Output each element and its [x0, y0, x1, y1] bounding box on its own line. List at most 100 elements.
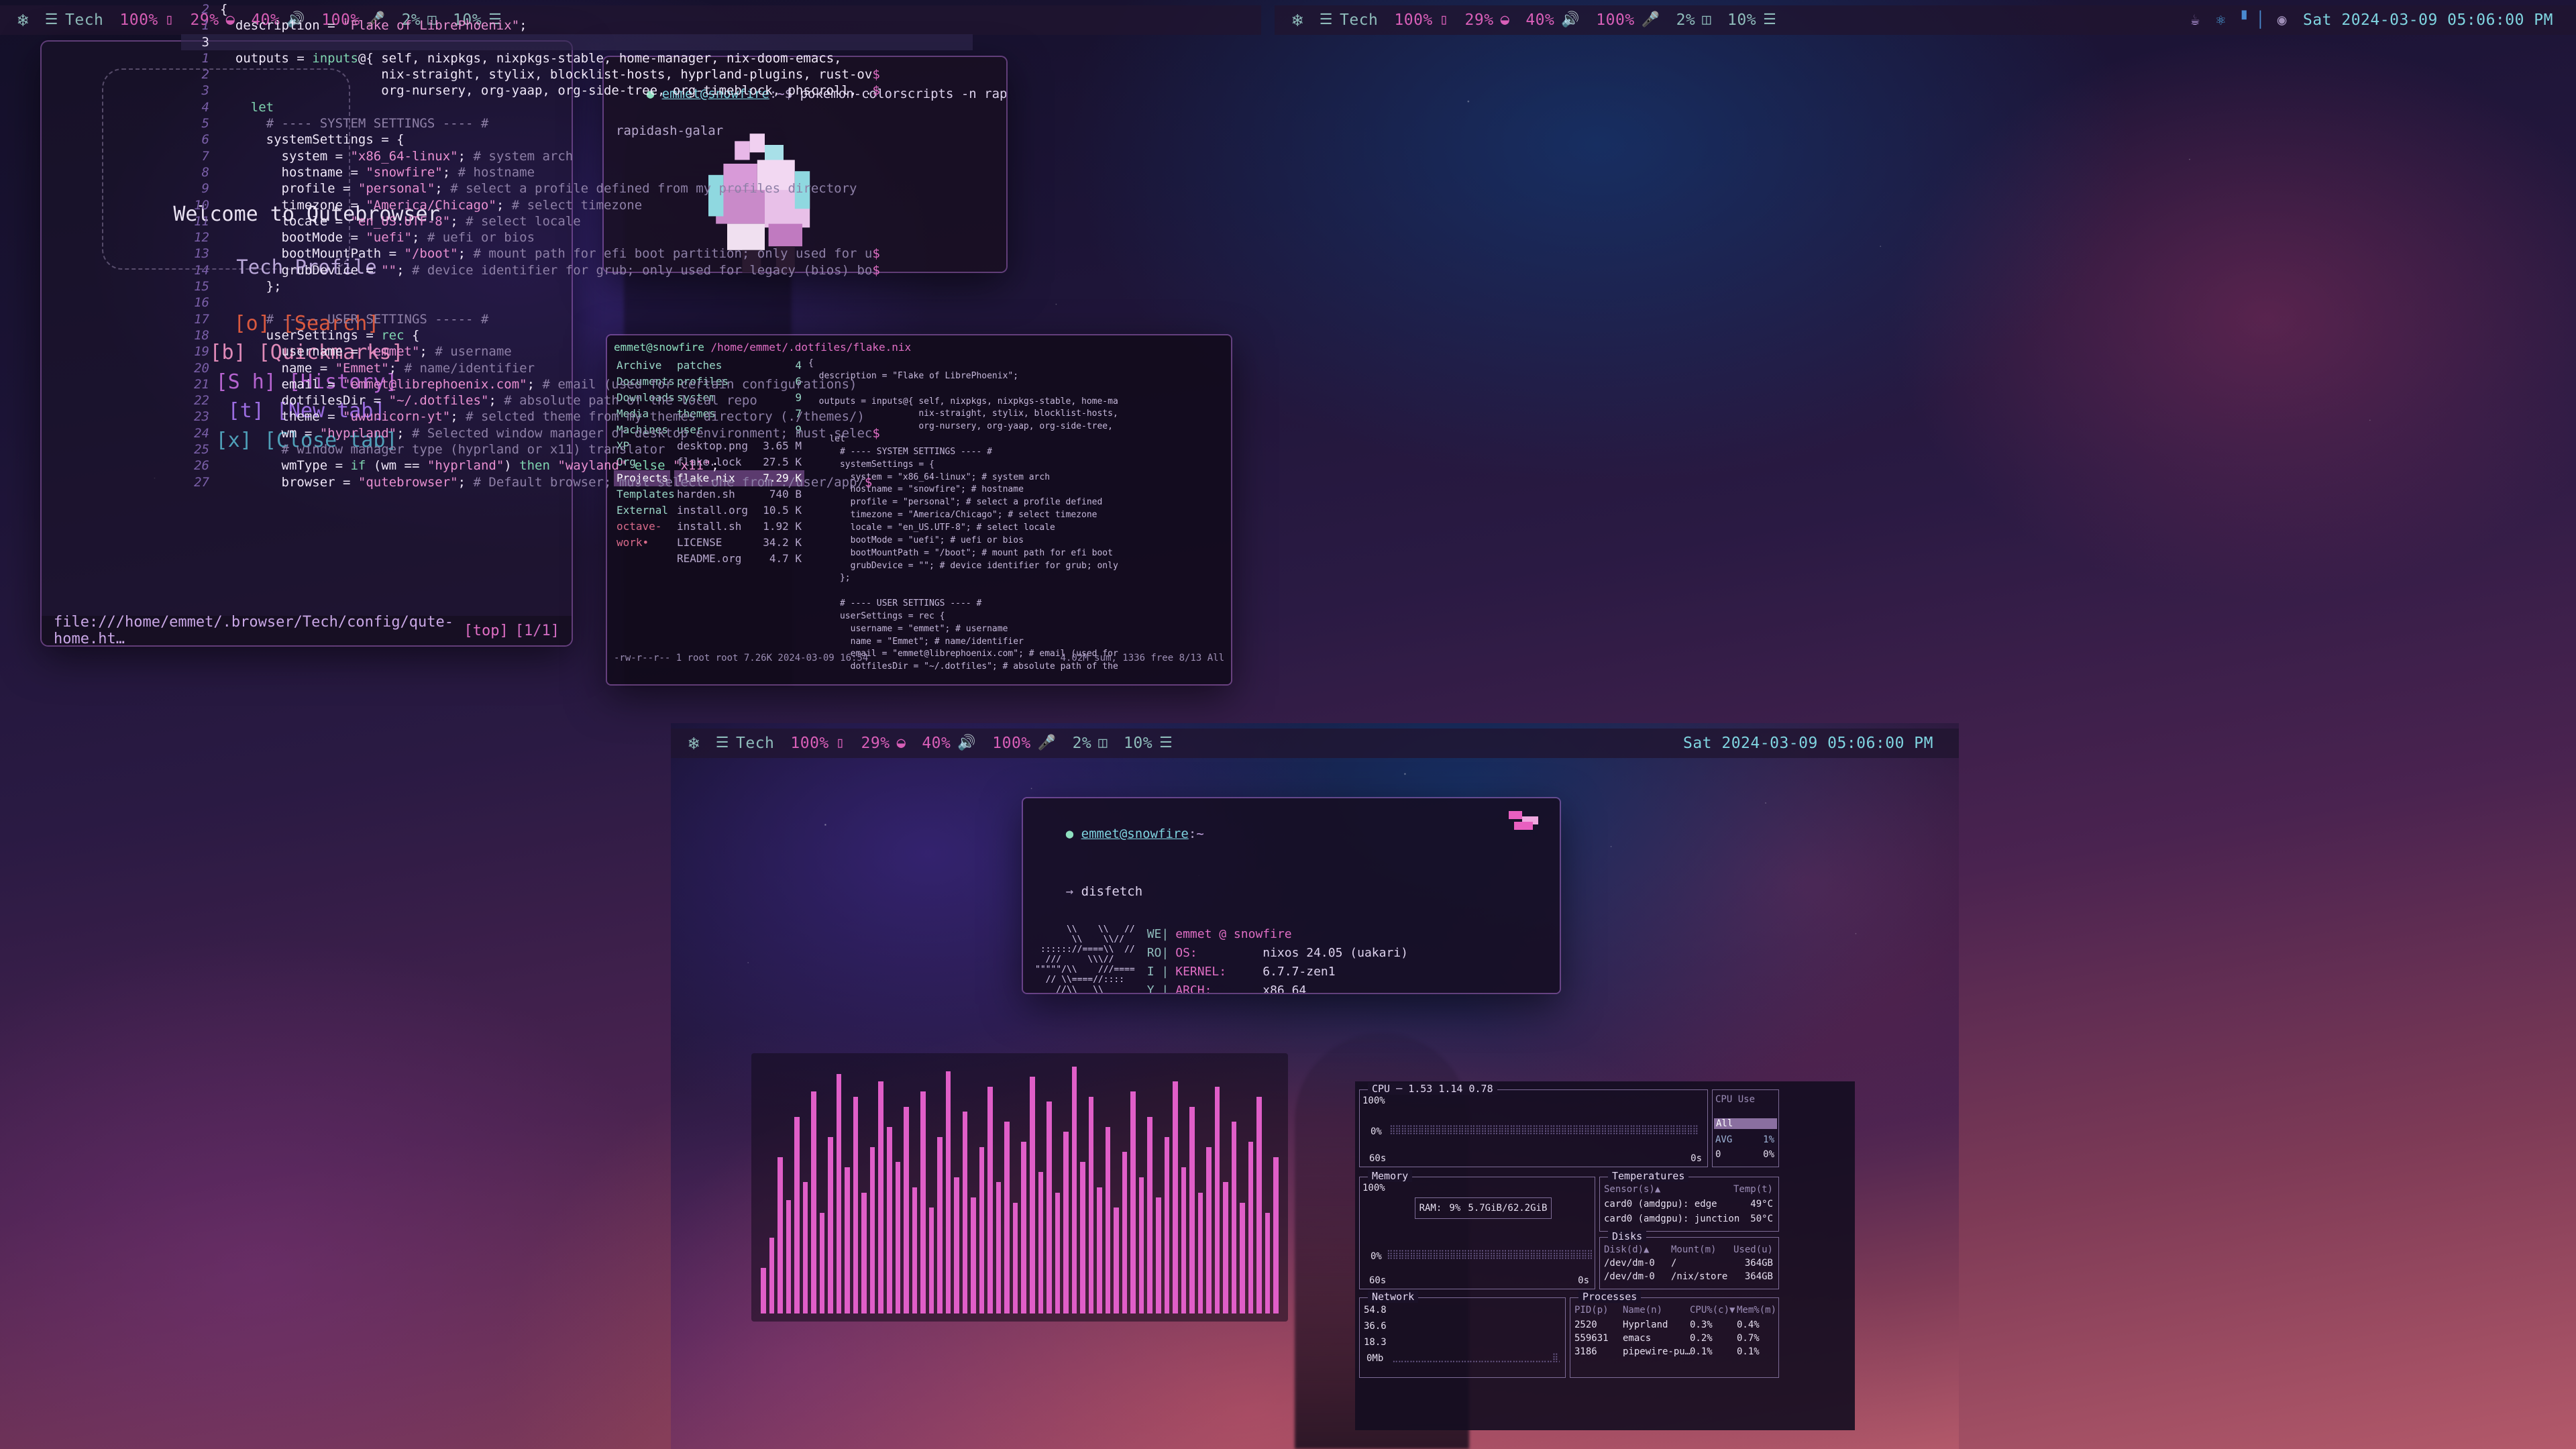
- code-line[interactable]: 1 outputs = inputs@{ self, nixpkgs, nixp…: [181, 50, 973, 66]
- coffee-icon[interactable]: ☕: [2182, 11, 2208, 29]
- wifi-icon[interactable]: ▘▕: [2234, 11, 2269, 29]
- cpu-indicator-2[interactable]: 10% ☰: [1719, 11, 1784, 29]
- volume-indicator-3[interactable]: 100% 🎤: [984, 735, 1064, 752]
- code-line[interactable]: 2{: [181, 1, 973, 17]
- code-line[interactable]: 10 timezone = "America/Chicago"; # selec…: [181, 197, 973, 213]
- btop-system-monitor[interactable]: CPU ─ 1.53 1.14 0.78 100% 0% ⣿⣿⣿⣿⣿⣿⣿⣿⣿⣿⣿…: [1355, 1081, 1855, 1430]
- code-line[interactable]: 25 # window manager type (hyprland or x1…: [181, 441, 973, 458]
- visualizer-bar: [1030, 1076, 1035, 1313]
- nix-snowflake-icon-3[interactable]: ❄: [680, 733, 708, 754]
- memory-panel-title: Memory: [1368, 1170, 1413, 1182]
- disks-panel-title: Disks: [1608, 1230, 1647, 1242]
- menu-icon-3[interactable]: ☰: [1159, 736, 1173, 751]
- nix-snowflake-icon[interactable]: ❄: [9, 10, 37, 31]
- code-line[interactable]: 16: [181, 294, 973, 311]
- code-line[interactable]: 27 browser = "qutebrowser"; # Default br…: [181, 474, 973, 490]
- mic-indicator-2[interactable]: 2% ◫: [1668, 11, 1719, 29]
- nix-snowflake-icon-2[interactable]: ❄: [1284, 10, 1311, 31]
- visualizer-bar: [1038, 1172, 1044, 1313]
- fetch-value: 6.7.7-zen1: [1263, 965, 1336, 979]
- disks-col-disk[interactable]: Disk(d)▲: [1604, 1244, 1649, 1255]
- visualizer-bar: [1055, 1192, 1061, 1313]
- cpu-indicator-3[interactable]: 10% ☰: [1116, 735, 1181, 752]
- menu-icon-2[interactable]: ☰: [1763, 13, 1776, 28]
- code-line[interactable]: 14 grubDevice = ""; # device identifier …: [181, 262, 973, 278]
- disks-panel[interactable]: Disks Disk(d)▲ Mount(m) Used(u) /dev/dm-…: [1599, 1230, 1779, 1289]
- mic-icon-3: 🎤: [1037, 735, 1057, 751]
- battery-indicator[interactable]: 100% ▯: [111, 11, 182, 29]
- code-line[interactable]: 20 name = "Emmet"; # name/identifier: [181, 360, 973, 376]
- code-line[interactable]: 15 };: [181, 278, 973, 294]
- code-line[interactable]: 23 theme = "uwunicorn-yt"; # selcted the…: [181, 409, 973, 425]
- visualizer-bar: [769, 1238, 775, 1313]
- bluetooth-icon[interactable]: ⚛: [2208, 11, 2234, 29]
- code-line[interactable]: 1 description = "Flake of LibrePhoenix";: [181, 17, 973, 34]
- code-line[interactable]: 8 hostname = "snowfire"; # hostname: [181, 164, 973, 180]
- code-line[interactable]: 9 profile = "personal"; # select a profi…: [181, 180, 973, 197]
- cpu-use-panel[interactable]: CPU Use All AVG 1% 0 0%: [1712, 1089, 1779, 1167]
- cpu-y-min: 0%: [1371, 1126, 1382, 1137]
- code-line[interactable]: 5 # ---- SYSTEM SETTINGS ---- #: [181, 115, 973, 131]
- processes-panel[interactable]: Processes PID(p) Name(n) CPU%(c)▼ Mem%(m…: [1570, 1291, 1779, 1378]
- fastfetch-terminal[interactable]: ● emmet@snowfire:~ → disfetch \\ \\ // \…: [1023, 798, 1560, 993]
- code-editor[interactable]: 2{1 description = "Flake of LibrePhoenix…: [181, 0, 973, 649]
- workspace-indicator-3[interactable]: ☰ Tech: [708, 735, 783, 752]
- contrast-indicator-2[interactable]: 40% 🔊: [1517, 11, 1588, 29]
- code-line[interactable]: 13 bootMountPath = "/boot"; # mount path…: [181, 246, 973, 262]
- visualizer-bar: [1130, 1091, 1136, 1313]
- network-panel[interactable]: Network 54.8 36.6 18.3 0Mb ⣀⣀⣀⣀⣀⣀⣀⣀⣀⣀⣀⣀⣀…: [1359, 1291, 1566, 1378]
- code-line[interactable]: 7 system = "x86_64-linux"; # system arch: [181, 148, 973, 164]
- code-lines[interactable]: 2{1 description = "Flake of LibrePhoenix…: [181, 1, 973, 490]
- temps-col-temp[interactable]: Temp(t): [1733, 1184, 1773, 1195]
- cpu-y-max: 100%: [1362, 1095, 1385, 1106]
- brightness-indicator-3[interactable]: 29% ◒: [853, 735, 914, 752]
- code-line[interactable]: 2 nix-straight, stylix, blocklist-hosts,…: [181, 66, 973, 83]
- clock-3[interactable]: Sat 2024-03-09 05:06:00 PM: [1675, 735, 1949, 752]
- contrast-indicator-3[interactable]: 40% 🔊: [914, 735, 984, 752]
- code-line[interactable]: 21 email = "emmet@librephoenix.com"; # e…: [181, 376, 973, 392]
- visualizer-bar: [1248, 1142, 1254, 1313]
- temps-col-sensor[interactable]: Sensor(s)▲: [1604, 1184, 1660, 1195]
- temperatures-panel[interactable]: Temperatures Sensor(s)▲ Temp(t) card0 (a…: [1599, 1170, 1779, 1232]
- cpu-graph-panel[interactable]: CPU ─ 1.53 1.14 0.78 100% 0% ⣿⣿⣿⣿⣿⣿⣿⣿⣿⣿⣿…: [1359, 1083, 1708, 1167]
- proc-col-name[interactable]: Name(n): [1623, 1305, 1662, 1316]
- code-line[interactable]: 17 # ----- USER SETTINGS ----- #: [181, 311, 973, 327]
- visualizer-bar: [786, 1199, 792, 1313]
- volume-indicator-2[interactable]: 100% 🎤: [1588, 11, 1668, 29]
- battery-indicator-3[interactable]: 100% ▯: [782, 735, 853, 752]
- code-line[interactable]: 11 locale = "en_US.UTF-8"; # select loca…: [181, 213, 973, 229]
- battery-indicator-2[interactable]: 100% ▯: [1386, 11, 1456, 29]
- proc-col-mem[interactable]: Mem%(m): [1737, 1305, 1776, 1316]
- status-bar-monitor-2[interactable]: ❄ ☰ Tech 100% ▯ 29% ◒ 40% 🔊 100% 🎤 2% ◫ …: [1275, 5, 2576, 35]
- code-line[interactable]: 3: [181, 34, 973, 50]
- record-icon[interactable]: ◉: [2269, 11, 2295, 29]
- visualizer-bar: [904, 1106, 909, 1313]
- workspace-indicator[interactable]: ☰ Tech: [37, 11, 112, 29]
- line-number: 6: [201, 132, 209, 148]
- line-content: profile = "personal"; # select a profile…: [220, 181, 857, 197]
- code-line[interactable]: 18 userSettings = rec {: [181, 327, 973, 343]
- proc-col-pid[interactable]: PID(p): [1574, 1305, 1609, 1316]
- line-content: nix-straight, stylix, blocklist-hosts, h…: [220, 67, 880, 83]
- cpu-core-selected[interactable]: All: [1714, 1118, 1777, 1129]
- brightness-indicator-2[interactable]: 29% ◒: [1457, 11, 1518, 29]
- visualizer-bar: [1046, 1102, 1052, 1313]
- code-line[interactable]: 3 org-nursery, org-yaap, org-side-tree, …: [181, 83, 973, 99]
- status-bar-monitor-3[interactable]: ❄ ☰ Tech 100% ▯ 29% ◒ 40% 🔊 100% 🎤 2% ◫ …: [671, 729, 1959, 758]
- code-line[interactable]: 12 bootMode = "uefi"; # uefi or bios: [181, 229, 973, 246]
- code-line[interactable]: 19 username = "emmet"; # username: [181, 343, 973, 360]
- clock[interactable]: Sat 2024-03-09 05:06:00 PM: [2295, 11, 2567, 29]
- mic-indicator-3[interactable]: 2% ◫: [1065, 735, 1116, 752]
- disks-col-mount[interactable]: Mount(m): [1671, 1244, 1716, 1255]
- proc-col-cpu[interactable]: CPU%(c)▼: [1690, 1305, 1735, 1316]
- line-content: theme = "uwunicorn-yt"; # selcted theme …: [220, 409, 865, 425]
- disks-col-used[interactable]: Used(u): [1733, 1244, 1773, 1255]
- code-line[interactable]: 22 dotfilesDir = "~/.dotfiles"; # absolu…: [181, 392, 973, 409]
- code-line[interactable]: 24 wm = "hyprland"; # Selected window ma…: [181, 425, 973, 441]
- line-content: };: [220, 279, 282, 294]
- code-line[interactable]: 6 systemSettings = {: [181, 131, 973, 148]
- code-line[interactable]: 26 wmType = if (wm == "hyprland") then "…: [181, 458, 973, 474]
- memory-panel[interactable]: Memory 100% 0% RAM: 9% 5.7GiB/62.2GiB ⣿⣿…: [1359, 1170, 1595, 1289]
- workspace-indicator-2[interactable]: ☰ Tech: [1311, 11, 1387, 29]
- code-line[interactable]: 4 let: [181, 99, 973, 115]
